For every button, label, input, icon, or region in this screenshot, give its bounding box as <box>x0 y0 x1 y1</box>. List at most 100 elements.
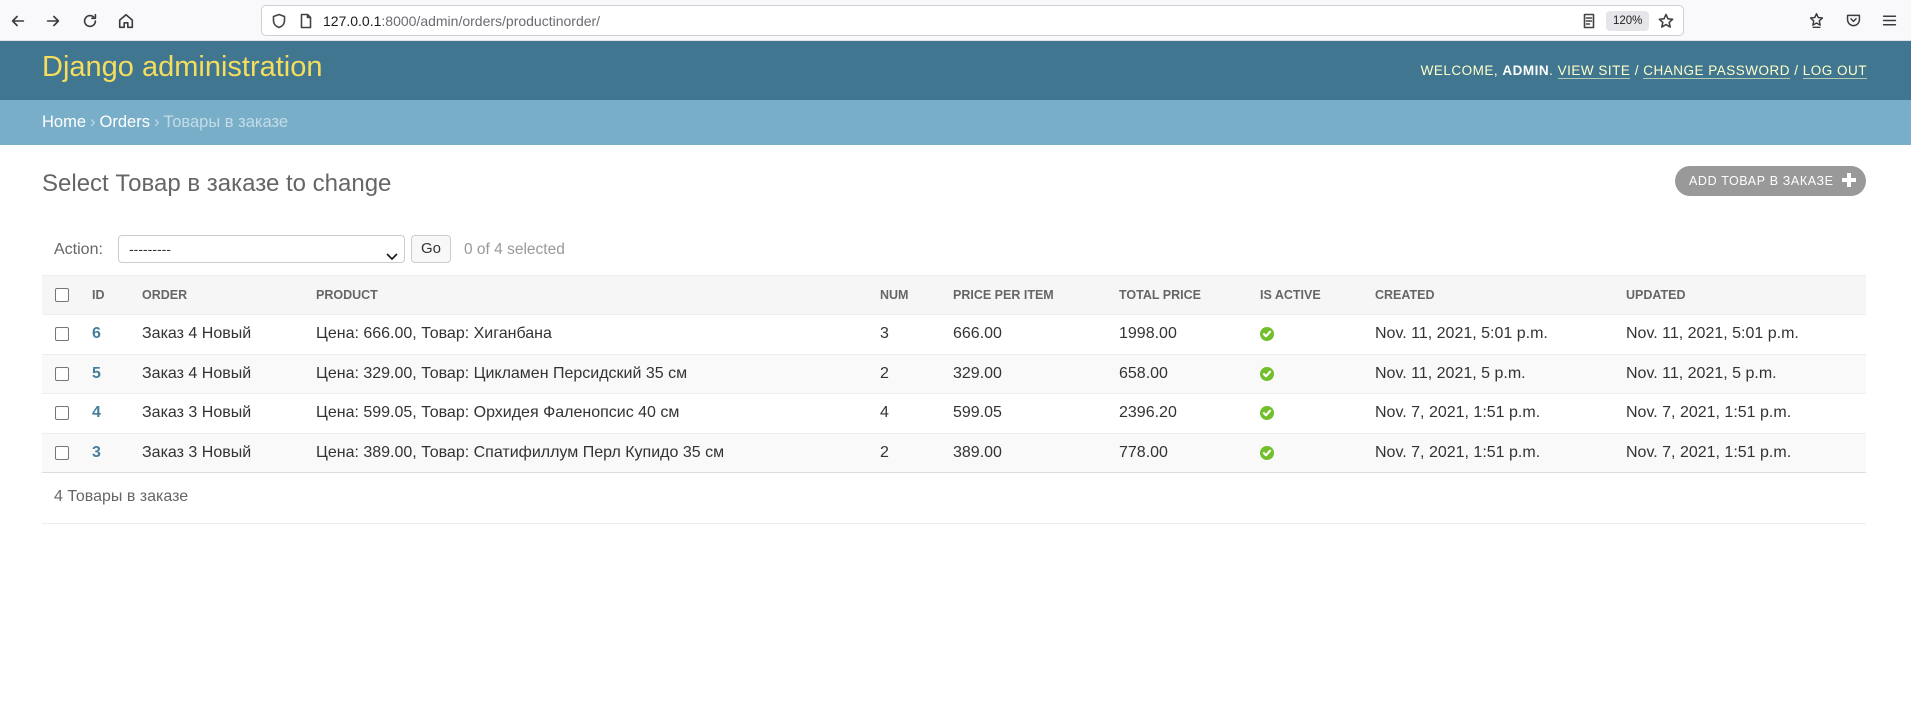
table-row: 5 Заказ 4 Новый Цена: 329.00, Товар: Цик… <box>42 354 1866 394</box>
row-price-per-item: 666.00 <box>953 314 1119 355</box>
menu-icon[interactable] <box>1879 10 1899 30</box>
row-checkbox[interactable] <box>55 327 69 342</box>
breadcrumb-current: Товары в заказе <box>163 113 289 131</box>
row-num: 2 <box>880 433 953 473</box>
username: admin <box>1502 63 1550 78</box>
breadcrumb-home[interactable]: Home <box>42 113 86 131</box>
column-header-total-price[interactable]: Total price <box>1119 275 1260 315</box>
table-header-row: ID Order Product Num Price per item Tota… <box>42 275 1866 315</box>
row-checkbox[interactable] <box>55 366 69 381</box>
result-list-table: ID Order Product Num Price per item Tota… <box>42 275 1866 473</box>
check-yes-icon <box>1260 366 1274 381</box>
breadcrumb-separator: › <box>90 113 96 131</box>
forward-icon[interactable] <box>40 8 66 34</box>
shield-icon[interactable] <box>270 12 288 30</box>
log-out-link[interactable]: Log out <box>1802 63 1867 79</box>
row-price-per-item: 389.00 <box>953 433 1119 473</box>
select-all-header <box>42 275 92 315</box>
row-updated: Nov. 7, 2021, 1:51 p.m. <box>1626 393 1866 434</box>
reload-icon[interactable] <box>77 8 103 34</box>
row-id-link[interactable]: 5 <box>92 365 101 382</box>
column-header-created[interactable]: Created <box>1375 275 1626 315</box>
row-id-link[interactable]: 4 <box>92 404 101 421</box>
url-text[interactable]: 127.0.0.1:8000/admin/orders/productinord… <box>323 13 600 29</box>
page-title: Select Товар в заказе to change <box>42 170 392 197</box>
row-total-price: 778.00 <box>1119 433 1260 473</box>
column-header-id[interactable]: ID <box>92 275 142 315</box>
table-row: 3 Заказ 3 Новый Цена: 389.00, Товар: Спа… <box>42 433 1866 473</box>
view-site-link[interactable]: View site <box>1557 63 1631 79</box>
row-total-price: 1998.00 <box>1119 314 1260 355</box>
row-num: 4 <box>880 393 953 434</box>
row-product: Цена: 389.00, Товар: Спатифиллум Перл Ку… <box>316 433 880 473</box>
column-header-price-per-item[interactable]: Price per item <box>953 275 1119 315</box>
action-label: Action: <box>54 241 103 258</box>
row-id-link[interactable]: 6 <box>92 325 101 342</box>
zoom-level-badge[interactable]: 120% <box>1606 11 1650 31</box>
row-num: 3 <box>880 314 953 355</box>
browser-toolbar: 127.0.0.1:8000/admin/orders/productinord… <box>0 0 1911 41</box>
row-created: Nov. 11, 2021, 5 p.m. <box>1375 354 1626 394</box>
row-product: Цена: 599.05, Товар: Орхидея Фаленопсис … <box>316 393 880 434</box>
row-product: Цена: 329.00, Товар: Цикламен Персидский… <box>316 354 880 394</box>
row-order: Заказ 3 Новый <box>142 433 316 473</box>
chevron-down-icon <box>386 244 398 261</box>
selection-counter: 0 of 4 selected <box>464 241 565 258</box>
change-password-link[interactable]: Change password <box>1643 63 1790 79</box>
check-yes-icon <box>1260 406 1274 421</box>
row-order: Заказ 4 Новый <box>142 354 316 394</box>
column-header-updated[interactable]: Updated <box>1626 275 1866 315</box>
breadcrumb-separator: › <box>153 113 160 131</box>
row-total-price: 658.00 <box>1119 354 1260 394</box>
row-updated: Nov. 11, 2021, 5:01 p.m. <box>1626 314 1866 355</box>
actions-bar: Action: --------- Go 0 of 4 selected <box>42 233 1866 273</box>
row-checkbox[interactable] <box>55 445 69 460</box>
welcome-text: Welcome, <box>1420 63 1499 78</box>
row-product: Цена: 666.00, Товар: Хиганбана <box>316 314 880 355</box>
result-count: 4 Товары в заказе <box>54 488 189 505</box>
add-button-label: Add Товар в заказе <box>1689 174 1834 188</box>
row-price-per-item: 599.05 <box>953 393 1119 434</box>
row-order: Заказ 4 Новый <box>142 314 316 355</box>
column-header-num[interactable]: Num <box>880 275 953 315</box>
breadcrumb-orders[interactable]: Orders <box>100 113 150 131</box>
row-created: Nov. 7, 2021, 1:51 p.m. <box>1375 433 1626 473</box>
pocket-icon[interactable] <box>1843 10 1863 30</box>
row-checkbox[interactable] <box>55 406 69 421</box>
url-host: 127.0.0.1 <box>323 13 382 29</box>
row-id-link[interactable]: 3 <box>92 444 101 461</box>
action-select[interactable]: --------- <box>118 235 405 263</box>
row-created: Nov. 7, 2021, 1:51 p.m. <box>1375 393 1626 434</box>
row-order: Заказ 3 Новый <box>142 393 316 434</box>
check-yes-icon <box>1260 327 1274 342</box>
select-all-checkbox[interactable] <box>55 288 69 303</box>
back-icon[interactable] <box>5 8 31 34</box>
row-num: 2 <box>880 354 953 394</box>
paginator: 4 Товары в заказе <box>42 473 1866 524</box>
bookmark-star-icon[interactable] <box>1657 12 1675 30</box>
column-header-order[interactable]: Order <box>142 275 316 315</box>
site-branding[interactable]: Django administration <box>42 51 322 84</box>
breadcrumb: Home › Orders › Товары в заказе <box>0 100 1911 145</box>
address-bar[interactable]: 127.0.0.1:8000/admin/orders/productinord… <box>261 5 1684 36</box>
check-yes-icon <box>1260 445 1274 460</box>
plus-icon <box>1841 172 1857 188</box>
column-header-product[interactable]: Product <box>316 275 880 315</box>
user-tools: Welcome, admin. View site / Change passw… <box>1420 63 1867 79</box>
row-updated: Nov. 11, 2021, 5 p.m. <box>1626 354 1866 394</box>
table-row: 6 Заказ 4 Новый Цена: 666.00, Товар: Хиг… <box>42 314 1866 355</box>
home-icon[interactable] <box>113 8 139 34</box>
column-header-is-active[interactable]: Is active <box>1260 275 1375 315</box>
url-path: :8000/admin/orders/productinorder/ <box>381 13 601 29</box>
admin-header: Django administration Welcome, admin. Vi… <box>0 41 1911 100</box>
page-icon <box>297 12 315 30</box>
reader-view-icon[interactable] <box>1580 12 1598 30</box>
add-productinorder-button[interactable]: Add Товар в заказе <box>1675 166 1866 196</box>
row-price-per-item: 329.00 <box>953 354 1119 394</box>
row-created: Nov. 11, 2021, 5:01 p.m. <box>1375 314 1626 355</box>
row-total-price: 2396.20 <box>1119 393 1260 434</box>
pocket-collection-icon[interactable] <box>1806 10 1826 30</box>
table-row: 4 Заказ 3 Новый Цена: 599.05, Товар: Орх… <box>42 393 1866 434</box>
row-updated: Nov. 7, 2021, 1:51 p.m. <box>1626 433 1866 473</box>
go-button[interactable]: Go <box>411 235 451 263</box>
